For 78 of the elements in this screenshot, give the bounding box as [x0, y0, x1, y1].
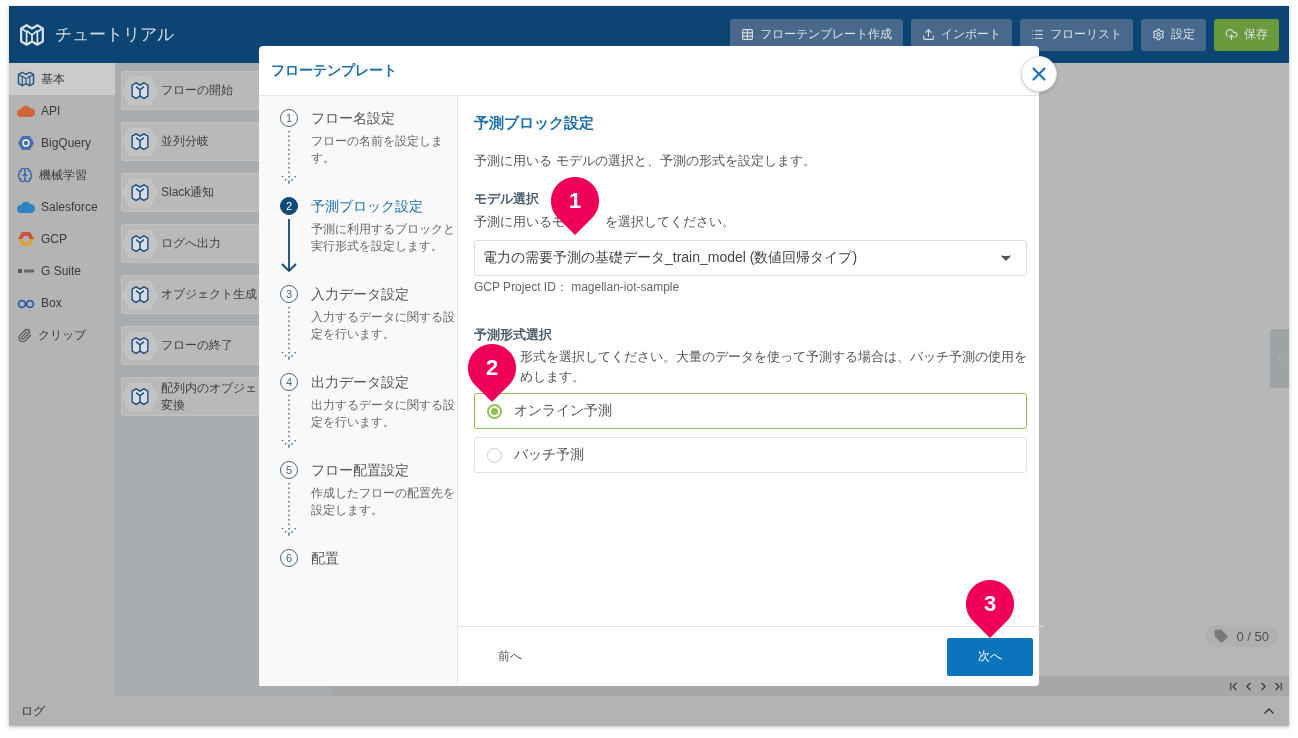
toolbar-button[interactable]: フローリスト: [1020, 18, 1133, 51]
radio-option[interactable]: バッチ予測: [474, 437, 1027, 473]
project-id-text: GCP Project ID： magellan-iot-sample: [474, 279, 681, 296]
block-icon: [122, 381, 158, 412]
block-icon: [122, 126, 158, 157]
sidebar-label: Box: [41, 296, 62, 310]
sidebar-label: 機械学習: [39, 166, 87, 184]
toolbar-button[interactable]: 設定: [1141, 18, 1206, 51]
step-title: フロー配置設定: [311, 461, 410, 480]
sidebar-label: Salesforce: [41, 200, 98, 214]
dotted-arrow-icon: [281, 483, 297, 537]
hexagon-icon: [17, 135, 35, 151]
block-label: フローの開始: [161, 82, 234, 99]
section-description: 予測に用いる モデルの選択と、予測の形式を設定します。: [474, 152, 817, 170]
step-title: 配置: [311, 549, 340, 568]
block-icon: [122, 279, 158, 310]
close-button[interactable]: [1021, 56, 1057, 92]
settings-icon: [1152, 28, 1165, 41]
sidebar-item[interactable]: 機械学習: [9, 159, 115, 191]
back-link[interactable]: 前へ: [498, 648, 522, 665]
hint-text: を選択してください。: [605, 214, 735, 231]
sidebar-item[interactable]: API: [9, 95, 115, 127]
block-label: 配列内のオブジェ変換: [161, 380, 258, 413]
sidebar-label: 基本: [41, 70, 65, 88]
hint-text: 形式を選択してください。大量のデータを使って予測する場合は、バッチ予測の使用を: [520, 349, 1027, 366]
step-description: 作成したフローの配置先を設定します。: [311, 485, 456, 519]
logo-icon: [19, 21, 45, 48]
cloud-icon: [17, 199, 35, 215]
paperclip-icon: [17, 327, 32, 343]
sidebar-item[interactable]: クリップ: [9, 319, 115, 351]
sidebar-label: API: [41, 104, 61, 118]
radio-button[interactable]: [487, 403, 502, 419]
dotted-arrow-icon: [281, 395, 297, 449]
counter-text: 0 / 50: [1236, 628, 1269, 644]
sidebar-item[interactable]: Salesforce: [9, 191, 115, 223]
block-label: Slack通知: [161, 184, 216, 201]
table-icon: [741, 28, 754, 41]
sidebar-item[interactable]: BigQuery: [9, 127, 115, 159]
hint-text: めします。: [520, 369, 585, 386]
sidebar-label: G Suite: [41, 264, 82, 278]
cloud-upload-icon: [1225, 28, 1238, 41]
block-icon: [122, 228, 158, 259]
list-icon: [1031, 28, 1044, 41]
log-label: ログ: [21, 702, 45, 720]
app-title: チュートリアル: [55, 24, 174, 46]
section-title: 予測ブロック設定: [474, 114, 595, 133]
block-label: ログへ出力: [161, 235, 222, 252]
block-label: 並列分岐: [161, 133, 210, 150]
sidebar-item[interactable]: G Suite: [9, 255, 115, 287]
sidebar-label: クリップ: [38, 326, 86, 344]
block-label: フローの終了: [161, 337, 234, 354]
sidebar-item[interactable]: GCP: [9, 223, 115, 255]
hexagon-icon: [17, 231, 35, 247]
step-number: 2: [280, 197, 298, 215]
block-icon: [122, 75, 158, 106]
model-select[interactable]: 電力の需要予測の基礎データ_train_model (数値回帰タイプ): [474, 240, 1027, 276]
dotted-arrow-icon: [281, 131, 297, 185]
marker-pin: 3: [966, 579, 1014, 638]
block-icon: [122, 330, 158, 361]
sidebar-item[interactable]: Box: [9, 287, 115, 319]
upload-icon: [922, 28, 935, 41]
next-button[interactable]: 次へ: [947, 637, 1033, 676]
arrow-icon: [281, 219, 297, 273]
sidebar-label: GCP: [41, 232, 67, 246]
dotted-arrow-icon: [281, 307, 297, 361]
radio-option[interactable]: オンライン予測: [474, 393, 1027, 429]
tag-icon: [1214, 629, 1229, 643]
block-icon: [122, 177, 158, 208]
field-label: 予測形式選択: [474, 326, 552, 344]
sidebar-item[interactable]: 基本: [9, 63, 115, 95]
cloud-icon: [17, 103, 35, 119]
marker-pin: 2: [468, 344, 516, 402]
block-label: オブジェクト生成: [161, 286, 258, 303]
logo-icon: [17, 70, 35, 88]
sidebar-label: BigQuery: [41, 136, 92, 150]
brain-icon: [17, 167, 33, 183]
field-label: モデル選択: [474, 190, 539, 208]
panel-handle[interactable]: [1270, 329, 1289, 388]
